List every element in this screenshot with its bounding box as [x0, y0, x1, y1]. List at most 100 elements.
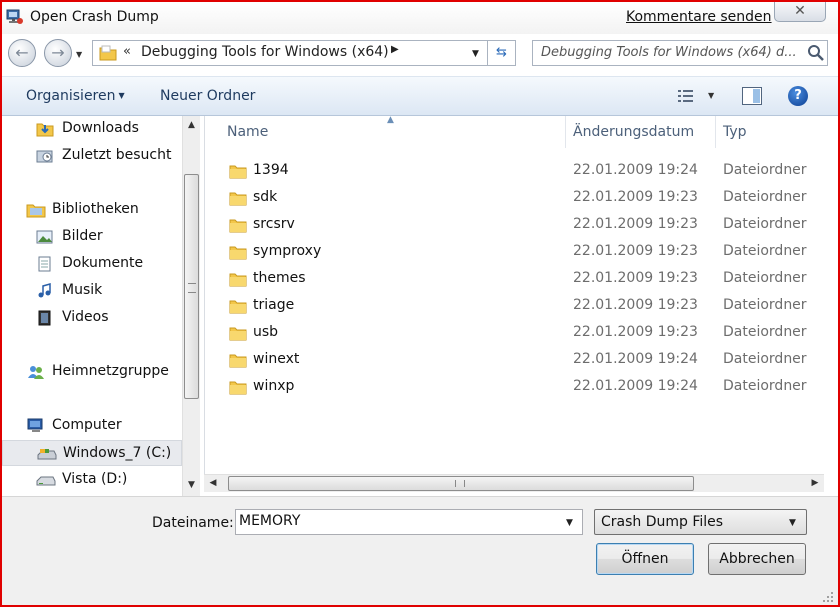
sidebar-item-libraries[interactable]: Bibliotheken	[2, 197, 182, 223]
sidebar-item-label: Downloads	[62, 120, 139, 136]
address-bar[interactable]: « Debugging Tools for Windows (x64) ▶ ▼	[92, 40, 488, 66]
table-row[interactable]: 1394 22.01.2009 19:24 Dateiordner	[205, 157, 838, 184]
sidebar-item-videos[interactable]: Videos	[2, 305, 182, 331]
file-type: Dateiordner	[723, 243, 807, 259]
filetype-dropdown-icon: ▼	[789, 518, 796, 528]
cancel-button[interactable]: Abbrechen	[708, 543, 806, 575]
refresh-icon: ⇆	[496, 45, 507, 60]
sort-ascending-icon: ▲	[387, 115, 394, 125]
file-list-horizontal-scrollbar[interactable]: ◀ ▶	[204, 474, 824, 492]
filename-input[interactable]	[239, 513, 559, 529]
file-name: symproxy	[253, 243, 322, 259]
feedback-link[interactable]: Kommentare senden	[626, 9, 772, 25]
preview-pane-icon[interactable]	[742, 87, 762, 105]
back-arrow-icon: ←	[15, 43, 29, 62]
file-type: Dateiordner	[723, 297, 807, 313]
folder-icon	[229, 354, 247, 368]
scroll-down-icon[interactable]: ▼	[183, 476, 200, 494]
window-title: Open Crash Dump	[30, 9, 159, 25]
file-name: srcsrv	[253, 216, 295, 232]
file-date: 22.01.2009 19:23	[573, 324, 698, 340]
file-type: Dateiordner	[723, 216, 807, 232]
close-icon: ✕	[794, 3, 806, 19]
sidebar-item-label: Dokumente	[62, 255, 144, 271]
filetype-value: Crash Dump Files	[601, 514, 724, 530]
refresh-button[interactable]: ⇆	[488, 40, 516, 66]
address-overflow-chevron[interactable]: «	[123, 44, 131, 59]
folder-icon	[229, 219, 247, 233]
column-divider[interactable]	[565, 116, 566, 148]
file-name: usb	[253, 324, 279, 340]
sidebar-item-computer[interactable]: Computer	[2, 413, 182, 439]
sidebar-item-homegroup[interactable]: Heimnetzgruppe	[2, 359, 182, 385]
new-folder-button[interactable]: Neuer Ordner	[160, 88, 255, 104]
sidebar-item-music[interactable]: Musik	[2, 278, 182, 304]
filetype-select[interactable]: Crash Dump Files ▼	[594, 509, 807, 535]
sidebar-item-label: Computer	[52, 417, 122, 433]
scroll-thumb[interactable]	[184, 174, 199, 399]
navigation-pane-scrollbar[interactable]: ▲ ▼	[182, 116, 200, 496]
view-options-icon[interactable]	[678, 89, 694, 103]
column-header-type[interactable]: Typ	[723, 124, 747, 140]
file-name: winxp	[253, 378, 295, 394]
table-row[interactable]: themes 22.01.2009 19:23 Dateiordner	[205, 265, 838, 292]
address-dropdown-icon[interactable]: ▼	[472, 49, 479, 59]
folder-icon	[229, 300, 247, 314]
close-button[interactable]: ✕	[774, 2, 826, 22]
drive-icon	[36, 476, 56, 486]
filename-combobox[interactable]: ▼	[235, 509, 583, 535]
grip-icon	[455, 480, 465, 487]
folder-icon	[99, 45, 117, 61]
file-type: Dateiordner	[723, 324, 807, 340]
file-date: 22.01.2009 19:23	[573, 297, 698, 313]
breadcrumb-arrow-icon[interactable]: ▶	[391, 44, 399, 55]
file-date: 22.01.2009 19:23	[573, 189, 698, 205]
column-header-date[interactable]: Änderungsdatum	[573, 124, 694, 140]
scroll-left-icon[interactable]: ◀	[204, 475, 222, 492]
recent-pages-dropdown-icon[interactable]: ▼	[76, 50, 82, 59]
open-button[interactable]: Öffnen	[596, 543, 694, 575]
sidebar-item-recent-places[interactable]: Zuletzt besucht	[2, 143, 182, 169]
table-row[interactable]: sdk 22.01.2009 19:23 Dateiordner	[205, 184, 838, 211]
file-date: 22.01.2009 19:24	[573, 378, 698, 394]
dialog-footer: Dateiname: ▼ Crash Dump Files ▼ Öffnen A…	[2, 496, 838, 605]
file-date: 22.01.2009 19:23	[573, 243, 698, 259]
sidebar-item-label: Zuletzt besucht	[62, 147, 172, 163]
search-box[interactable]: Debugging Tools for Windows (x64) d...	[532, 40, 828, 66]
back-button[interactable]: ←	[8, 39, 36, 67]
help-icon[interactable]: ?	[788, 86, 808, 106]
table-row[interactable]: srcsrv 22.01.2009 19:23 Dateiordner	[205, 211, 838, 238]
scroll-up-icon[interactable]: ▲	[183, 116, 200, 134]
view-dropdown-icon[interactable]: ▼	[708, 91, 714, 100]
table-row[interactable]: symproxy 22.01.2009 19:23 Dateiordner	[205, 238, 838, 265]
sidebar-item-drive-d[interactable]: Vista (D:)	[2, 467, 182, 493]
breadcrumb-debugging-tools[interactable]: Debugging Tools for Windows (x64)	[141, 44, 389, 60]
file-type: Dateiordner	[723, 378, 807, 394]
documents-icon	[38, 256, 51, 272]
forward-button[interactable]: →	[44, 39, 72, 67]
filename-label: Dateiname:	[152, 515, 234, 531]
sidebar-item-pictures[interactable]: Bilder	[2, 224, 182, 250]
file-name: winext	[253, 351, 300, 367]
open-crash-dump-dialog: Open Crash Dump Kommentare senden ✕ ← → …	[0, 0, 840, 607]
column-divider[interactable]	[715, 116, 716, 148]
sidebar-item-documents[interactable]: Dokumente	[2, 251, 182, 277]
file-type: Dateiordner	[723, 351, 807, 367]
folder-icon	[229, 327, 247, 341]
resize-grip-icon[interactable]	[820, 589, 834, 603]
sidebar-item-downloads[interactable]: Downloads	[2, 116, 182, 142]
search-icon[interactable]	[807, 43, 825, 63]
table-row[interactable]: winxp 22.01.2009 19:24 Dateiordner	[205, 373, 838, 400]
organize-button[interactable]: Organisieren ▼	[26, 88, 125, 104]
sidebar-item-drive-c[interactable]: Windows_7 (C:)	[2, 440, 182, 466]
table-row[interactable]: triage 22.01.2009 19:23 Dateiordner	[205, 292, 838, 319]
sidebar-item-label: Musik	[62, 282, 103, 298]
scroll-thumb[interactable]	[228, 476, 694, 491]
filename-dropdown-icon[interactable]: ▼	[566, 518, 573, 528]
column-header-name[interactable]: Name	[227, 124, 268, 140]
music-icon	[38, 283, 51, 298]
sidebar-item-label: Windows_7 (C:)	[63, 445, 172, 461]
table-row[interactable]: winext 22.01.2009 19:24 Dateiordner	[205, 346, 838, 373]
table-row[interactable]: usb 22.01.2009 19:23 Dateiordner	[205, 319, 838, 346]
scroll-right-icon[interactable]: ▶	[806, 475, 824, 492]
